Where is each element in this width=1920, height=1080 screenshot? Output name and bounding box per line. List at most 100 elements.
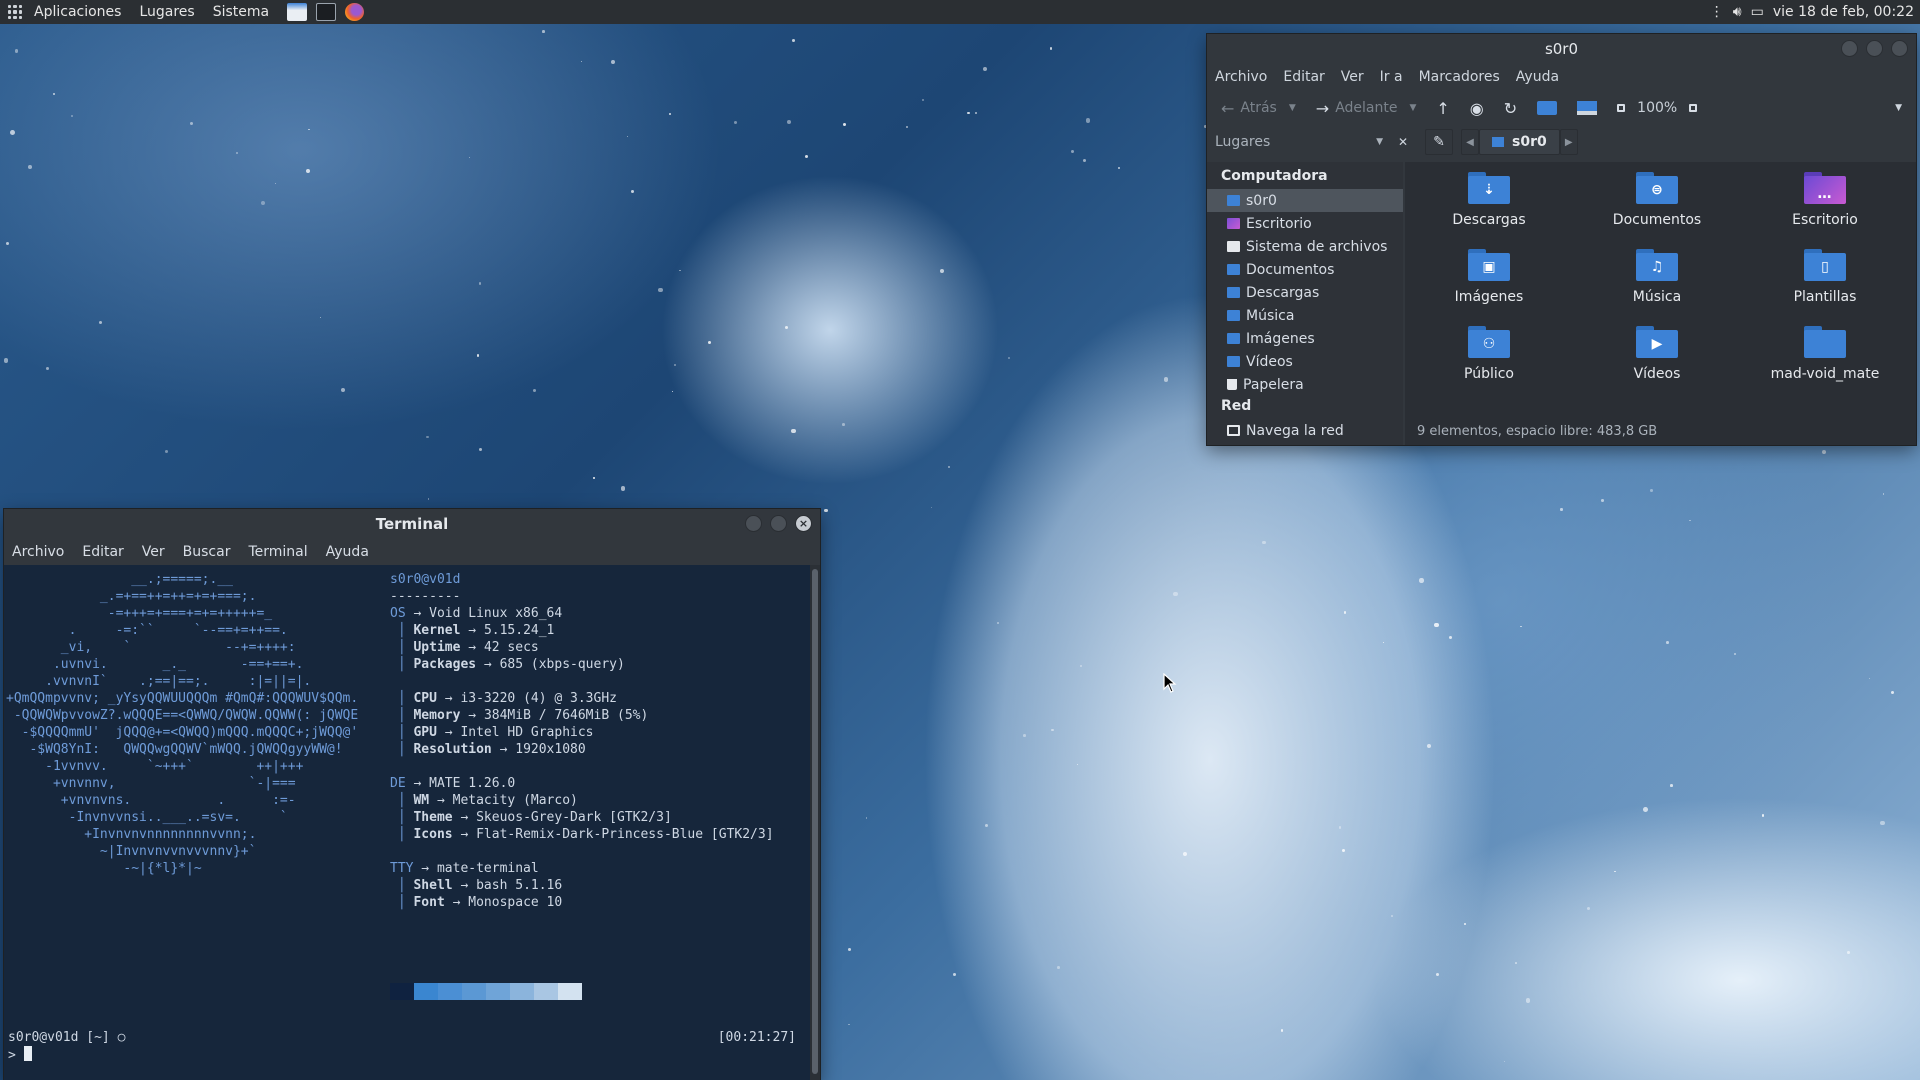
- file-item[interactable]: ▶ Vídeos: [1573, 324, 1741, 401]
- info-key: DE: [390, 776, 406, 791]
- info-row: │ Uptime → 42 secs: [390, 639, 774, 656]
- ascii-line: _.=+==++=++=+=+===;.: [6, 589, 257, 604]
- menu-editar[interactable]: Editar: [1283, 69, 1324, 85]
- zoom-in-button[interactable]: [1681, 94, 1705, 122]
- breadcrumb[interactable]: s0r0: [1479, 129, 1560, 155]
- text-cursor: [23, 1046, 32, 1061]
- apps-grid-icon[interactable]: [8, 5, 22, 19]
- path-scroll-right[interactable]: ▶: [1559, 129, 1578, 155]
- snowflake: [1007, 357, 1010, 360]
- menu-ver[interactable]: Ver: [1341, 69, 1364, 85]
- file-item[interactable]: ⇣ Descargas: [1405, 170, 1573, 247]
- close-button[interactable]: ×: [795, 515, 812, 532]
- forward-button[interactable]: → Adelante ▼: [1308, 94, 1425, 122]
- menu-ayuda[interactable]: Ayuda: [326, 544, 369, 560]
- volume-icon[interactable]: 🔊︎: [1733, 4, 1742, 20]
- info-row: │ WM → Metacity (Marco): [390, 792, 774, 809]
- window-controls: ×: [745, 515, 812, 532]
- sidebar-item-music[interactable]: Música: [1207, 304, 1403, 327]
- file-item[interactable]: ⚇ Público: [1405, 324, 1573, 401]
- minimize-button[interactable]: [1841, 40, 1858, 57]
- terminal-output[interactable]: __.;=====;.__ _.=+==++=++=+=+===;. -=+++…: [4, 565, 810, 1080]
- file-manager-titlebar[interactable]: s0r0: [1207, 34, 1916, 64]
- file-item[interactable]: … Escritorio: [1741, 170, 1909, 247]
- menu-lugares[interactable]: Lugares: [139, 4, 194, 20]
- home-button[interactable]: [1529, 94, 1565, 122]
- sidebar-item-filesystem[interactable]: Sistema de archivos: [1207, 235, 1403, 258]
- sidebar-item-browse-network[interactable]: Navega la red: [1207, 419, 1403, 442]
- file-view[interactable]: ⇣ Descargas ⊜ Documentos … Escritorio ▣ Imágene…: [1405, 162, 1916, 445]
- back-button[interactable]: ← Atrás ▼: [1213, 94, 1304, 122]
- menu-editar[interactable]: Editar: [82, 544, 123, 560]
- snowflake: [784, 325, 789, 330]
- close-sidebar-icon[interactable]: ✕: [1391, 135, 1415, 149]
- info-key: OS: [390, 606, 406, 621]
- view-dropdown[interactable]: ▼: [1881, 94, 1910, 122]
- menu-ir-a[interactable]: Ir a: [1380, 69, 1403, 85]
- file-item[interactable]: ▯ Plantillas: [1741, 247, 1909, 324]
- more-vertical-icon[interactable]: ⋮: [1710, 4, 1724, 20]
- file-item[interactable]: ⊜ Documentos: [1573, 170, 1741, 247]
- snowflake: [1382, 641, 1385, 644]
- snowflake: [236, 152, 239, 155]
- snowflake: [905, 126, 908, 129]
- prompt-input-line[interactable]: >: [8, 1046, 32, 1064]
- terminal-titlebar[interactable]: Terminal ×: [4, 509, 820, 539]
- menu-sistema[interactable]: Sistema: [213, 4, 269, 20]
- sidebar-item-home[interactable]: s0r0: [1207, 189, 1403, 212]
- edit-path-button[interactable]: ✎: [1425, 129, 1453, 155]
- zoom-in-icon: [1689, 104, 1698, 112]
- terminal-launcher-icon[interactable]: [316, 3, 337, 21]
- snowflake: [1515, 962, 1517, 964]
- menu-marcadores[interactable]: Marcadores: [1419, 69, 1500, 85]
- sidebar-item-documents[interactable]: Documentos: [1207, 258, 1403, 281]
- sidebar-item-label: Documentos: [1246, 261, 1335, 278]
- file-manager-launcher-icon[interactable]: [287, 3, 308, 21]
- zoom-out-button[interactable]: [1609, 94, 1633, 122]
- minimize-button[interactable]: [745, 515, 762, 532]
- info-arrow: →: [452, 827, 477, 842]
- sidebar-item-label: Sistema de archivos: [1246, 238, 1388, 255]
- arrow-up-icon: ↑: [1436, 98, 1450, 118]
- notification-icon[interactable]: ▭: [1751, 4, 1764, 20]
- path-scroll-left[interactable]: ◀: [1461, 129, 1479, 155]
- snowflake: [1761, 814, 1765, 817]
- sidebar-item-downloads[interactable]: Descargas: [1207, 281, 1403, 304]
- folder-emblem: ♫: [1636, 253, 1678, 281]
- up-button[interactable]: ↑: [1428, 94, 1457, 122]
- tree-branch: │: [390, 742, 414, 757]
- chevron-down-icon: ▼: [1409, 103, 1417, 113]
- scrollbar-thumb[interactable]: [812, 569, 818, 1074]
- reload-button[interactable]: ↻: [1496, 94, 1525, 122]
- menu-terminal[interactable]: Terminal: [248, 544, 307, 560]
- file-item[interactable]: mad-void_mate: [1741, 324, 1909, 401]
- menu-ver[interactable]: Ver: [142, 544, 165, 560]
- terminal-scrollbar[interactable]: [810, 565, 820, 1080]
- sidebar-item-videos[interactable]: Vídeos: [1207, 350, 1403, 373]
- menu-ayuda[interactable]: Ayuda: [1516, 69, 1559, 85]
- sidebar-selector[interactable]: Lugares ▼: [1207, 128, 1391, 156]
- computer-button[interactable]: [1569, 94, 1605, 122]
- snowflake: [1560, 508, 1563, 511]
- menu-archivo[interactable]: Archivo: [1215, 69, 1267, 85]
- stop-button[interactable]: ◉: [1462, 94, 1492, 122]
- file-item[interactable]: ♫ Música: [1573, 247, 1741, 324]
- sidebar-item-desktop[interactable]: Escritorio: [1207, 212, 1403, 235]
- menu-aplicaciones[interactable]: Aplicaciones: [34, 4, 121, 20]
- snowflake: [671, 390, 674, 392]
- sidebar-item-pictures[interactable]: Imágenes: [1207, 327, 1403, 350]
- maximize-button[interactable]: [1866, 40, 1883, 57]
- snowflake: [27, 165, 32, 169]
- snowflake: [1733, 653, 1736, 656]
- snowflake: [1342, 848, 1346, 852]
- info-value: Void Linux x86_64: [429, 606, 563, 621]
- firefox-launcher-icon[interactable]: [345, 3, 365, 21]
- info-arrow: →: [491, 742, 516, 757]
- file-item[interactable]: ▣ Imágenes: [1405, 247, 1573, 324]
- panel-clock[interactable]: vie 18 de feb, 00:22: [1773, 4, 1914, 20]
- sidebar-item-trash[interactable]: Papelera: [1207, 373, 1403, 396]
- menu-buscar[interactable]: Buscar: [183, 544, 231, 560]
- close-button[interactable]: [1891, 40, 1908, 57]
- maximize-button[interactable]: [770, 515, 787, 532]
- menu-archivo[interactable]: Archivo: [12, 544, 64, 560]
